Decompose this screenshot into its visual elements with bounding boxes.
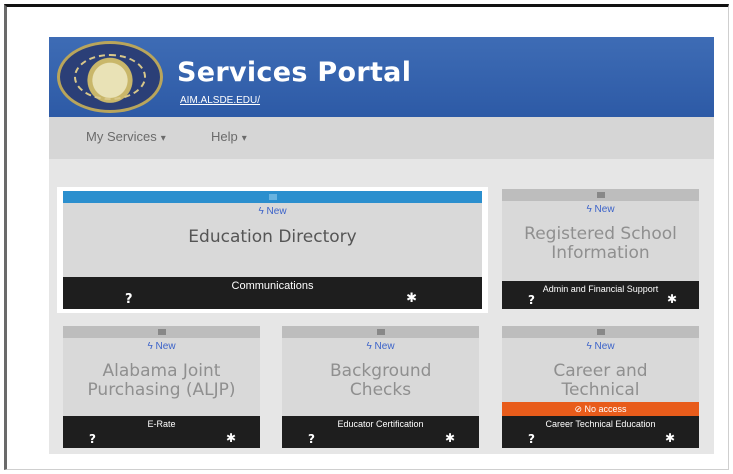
grip-icon bbox=[596, 329, 605, 335]
service-tile-background-checks[interactable]: ϟ New Background Checks Educator Certifi… bbox=[282, 326, 479, 448]
tile-footer: Educator Certification ? ✱ bbox=[282, 416, 479, 448]
gear-icon[interactable]: ✱ bbox=[406, 291, 417, 306]
lightning-icon: ϟ bbox=[147, 341, 153, 352]
drag-handle[interactable] bbox=[502, 326, 699, 338]
lightning-icon: ϟ bbox=[258, 206, 264, 217]
help-menu[interactable]: Help ▾ bbox=[211, 129, 247, 144]
portal-navbar: My Services ▾ Help ▾ bbox=[49, 117, 714, 159]
tile-category: Educator Certification bbox=[337, 419, 424, 429]
tile-card: ϟ New Education Directory Communications… bbox=[63, 191, 482, 309]
drag-handle[interactable] bbox=[282, 326, 479, 338]
portal-title: Services Portal bbox=[177, 57, 412, 88]
portal-url-link[interactable]: AIM.ALSDE.EDU/ bbox=[180, 95, 260, 106]
new-badge-label: New bbox=[594, 204, 615, 215]
grip-icon bbox=[376, 329, 385, 335]
my-services-label: My Services bbox=[86, 129, 157, 144]
grip-icon bbox=[157, 329, 166, 335]
help-icon[interactable]: ? bbox=[528, 293, 535, 307]
drag-handle[interactable] bbox=[63, 191, 482, 203]
grip-icon bbox=[268, 194, 277, 200]
tile-name: Alabama Joint Purchasing (ALJP) bbox=[87, 361, 236, 400]
help-icon[interactable]: ? bbox=[528, 432, 535, 446]
help-label: Help bbox=[211, 129, 238, 144]
lightning-icon: ϟ bbox=[586, 204, 592, 215]
no-access-badge: ⊘ No access bbox=[502, 402, 699, 416]
gear-icon[interactable]: ✱ bbox=[445, 431, 455, 445]
gear-icon[interactable]: ✱ bbox=[667, 292, 677, 306]
new-badge-label: New bbox=[374, 341, 395, 352]
portal-banner: Services Portal AIM.ALSDE.EDU/ bbox=[49, 37, 714, 117]
lightning-icon: ϟ bbox=[366, 341, 372, 352]
help-icon[interactable]: ? bbox=[89, 432, 96, 446]
tile-footer: E-Rate ? ✱ bbox=[63, 416, 260, 448]
my-services-menu[interactable]: My Services ▾ bbox=[86, 129, 166, 144]
no-access-label: No access bbox=[584, 404, 627, 414]
no-access-icon: ⊘ bbox=[574, 404, 582, 414]
new-badge: ϟ New bbox=[502, 204, 699, 215]
lightning-icon: ϟ bbox=[586, 341, 592, 352]
new-badge: ϟ New bbox=[63, 206, 482, 217]
new-badge: ϟ New bbox=[282, 341, 479, 352]
alabama-seal-logo bbox=[57, 41, 163, 113]
chevron-down-icon: ▾ bbox=[160, 133, 166, 144]
tile-name: Career and Technical bbox=[553, 361, 648, 400]
tile-footer: Communications ? ✱ bbox=[63, 277, 482, 309]
tile-name: Education Directory bbox=[188, 227, 357, 247]
help-icon[interactable]: ? bbox=[125, 292, 133, 307]
service-tile-alabama-joint-purchasing[interactable]: ϟ New Alabama Joint Purchasing (ALJP) E-… bbox=[63, 326, 260, 448]
gear-icon[interactable]: ✱ bbox=[665, 431, 675, 445]
chevron-down-icon: ▾ bbox=[241, 133, 247, 144]
service-tile-registered-school-information[interactable]: ϟ New Registered School Information Admi… bbox=[502, 189, 699, 309]
new-badge-label: New bbox=[155, 341, 176, 352]
services-portal: Services Portal AIM.ALSDE.EDU/ My Servic… bbox=[49, 37, 714, 454]
new-badge: ϟ New bbox=[502, 341, 699, 352]
new-badge: ϟ New bbox=[63, 341, 260, 352]
tile-footer: Career Technical Education ? ✱ bbox=[502, 416, 699, 448]
tile-name: Background Checks bbox=[330, 361, 432, 400]
drag-handle[interactable] bbox=[63, 326, 260, 338]
gear-icon[interactable]: ✱ bbox=[226, 431, 236, 445]
tile-name: Registered School Information bbox=[524, 224, 677, 263]
tile-category: E-Rate bbox=[147, 419, 176, 429]
new-badge-label: New bbox=[266, 206, 287, 217]
service-tile-education-directory[interactable]: ϟ New Education Directory Communications… bbox=[57, 187, 488, 313]
tile-category: Communications bbox=[231, 280, 314, 292]
service-tile-career-and-technical[interactable]: ϟ New Career and Technical ⊘ No access C… bbox=[502, 326, 699, 448]
drag-handle[interactable] bbox=[502, 189, 699, 201]
seal-ring bbox=[74, 54, 146, 100]
new-badge-label: New bbox=[594, 341, 615, 352]
window-frame: Services Portal AIM.ALSDE.EDU/ My Servic… bbox=[4, 4, 729, 470]
tile-footer: Admin and Financial Support ? ✱ bbox=[502, 281, 699, 309]
help-icon[interactable]: ? bbox=[308, 432, 315, 446]
tile-category: Career Technical Education bbox=[545, 419, 656, 429]
grip-icon bbox=[596, 192, 605, 198]
